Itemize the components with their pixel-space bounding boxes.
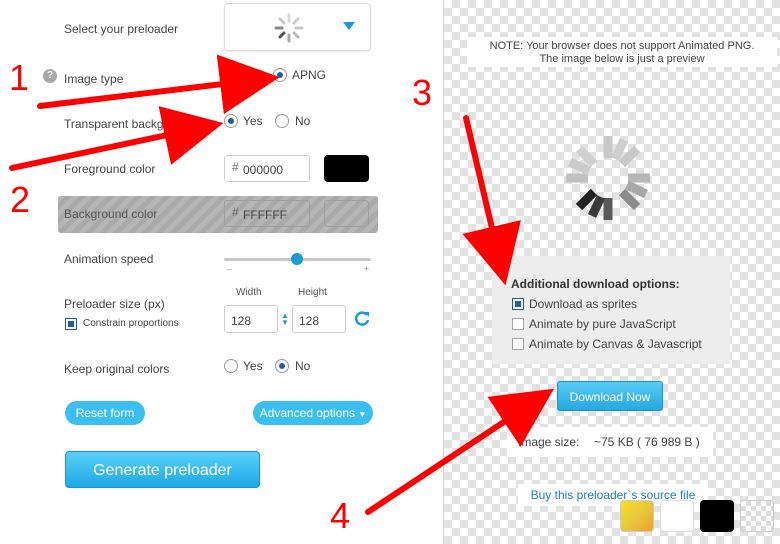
radio-keep-yes[interactable] [224, 359, 238, 373]
select-preloader-label: Select your preloader [64, 22, 179, 36]
annotation-number-1: 1 [9, 57, 29, 98]
constrain-proportions-checkbox[interactable] [65, 318, 77, 330]
background-color-input: # FFFFFF [224, 200, 310, 227]
bg-swatch-black[interactable] [700, 500, 734, 532]
help-icon[interactable]: ? [43, 69, 57, 83]
advanced-options-button[interactable]: Advanced options ▼ [253, 401, 373, 425]
chevron-down-icon: ▼ [358, 410, 367, 419]
radio-apng[interactable] [273, 68, 287, 82]
download-options-title: Additional download options: [511, 277, 680, 291]
radio-transparent-no[interactable] [275, 114, 289, 128]
annotation-number-3: 3 [412, 72, 432, 113]
preloader-preview-image [566, 136, 650, 220]
preloader-select[interactable] [224, 3, 371, 51]
download-now-button[interactable]: Download Now [557, 381, 663, 411]
option-canvas-checkbox[interactable] [512, 338, 524, 350]
option-sprites-checkbox[interactable] [512, 298, 524, 310]
option-canvas-label: Animate by Canvas & Javascript [529, 337, 702, 351]
radio-keep-no[interactable] [275, 359, 289, 373]
width-input[interactable]: 128 [224, 305, 278, 333]
radio-transparent-no-label: No [295, 114, 311, 128]
keep-colors-label: Keep original colors [64, 362, 170, 376]
bg-swatch-yellow[interactable] [620, 500, 654, 532]
foreground-color-label: Foreground color [64, 162, 156, 176]
link-dimensions-icon[interactable]: ▲ ▼ [281, 312, 289, 327]
advanced-options-label: Advanced options [259, 406, 356, 420]
hash-label: # [232, 205, 239, 219]
annotation-number-4: 4 [330, 495, 350, 536]
bg-swatch-white[interactable] [660, 500, 694, 532]
background-color-swatch [324, 200, 369, 227]
transparent-bg-label: Transparent background [64, 117, 195, 131]
height-label: Height [298, 287, 327, 298]
constrain-proportions-label: Constrain proportions [83, 318, 179, 329]
bg-swatch-transparent[interactable] [740, 500, 774, 532]
radio-gif[interactable] [224, 68, 238, 82]
radio-keep-yes-label: Yes [243, 359, 263, 373]
foreground-color-swatch[interactable] [324, 155, 369, 182]
option-js-label: Animate by pure JavaScript [529, 317, 676, 331]
height-input[interactable]: 128 [292, 305, 346, 333]
preloader-size-label: Preloader size (px) [64, 297, 165, 311]
slider-handle[interactable] [291, 253, 303, 265]
option-js-checkbox[interactable] [512, 318, 524, 330]
radio-transparent-yes-label: Yes [243, 114, 263, 128]
refresh-icon[interactable] [353, 310, 371, 328]
apng-note: NOTE: Your browser does not support Anim… [467, 37, 777, 67]
image-size-label: Image size: [518, 435, 580, 449]
background-color-value: FFFFFF [243, 208, 287, 222]
foreground-color-value: 000000 [243, 163, 284, 177]
radio-transparent-yes[interactable] [224, 114, 238, 128]
animation-speed-label: Animation speed [64, 252, 154, 266]
image-size-value: ~75 KB ( 76 989 B ) [594, 435, 700, 449]
image-type-label: Image type [64, 72, 124, 86]
slider-max-label: + [364, 264, 370, 274]
image-size-box: Image size: ~75 KB ( 76 989 B ) [507, 427, 713, 457]
background-color-label: Background color [64, 207, 158, 221]
radio-keep-no-label: No [295, 359, 311, 373]
width-label: Width [236, 287, 262, 298]
chevron-down-icon [343, 22, 355, 30]
slider-min-label: – [227, 264, 233, 274]
option-sprites-label: Download as sprites [529, 297, 638, 311]
foreground-color-input[interactable]: # 000000 [224, 155, 310, 182]
reset-form-button[interactable]: Reset form [65, 401, 145, 425]
generate-preloader-button[interactable]: Generate preloader [65, 451, 260, 488]
hash-label: # [232, 160, 239, 174]
annotation-number-2: 2 [10, 179, 30, 220]
radio-gif-label: GIF [243, 68, 263, 82]
radio-apng-label: APNG [292, 68, 327, 82]
spinner-icon [274, 13, 304, 43]
